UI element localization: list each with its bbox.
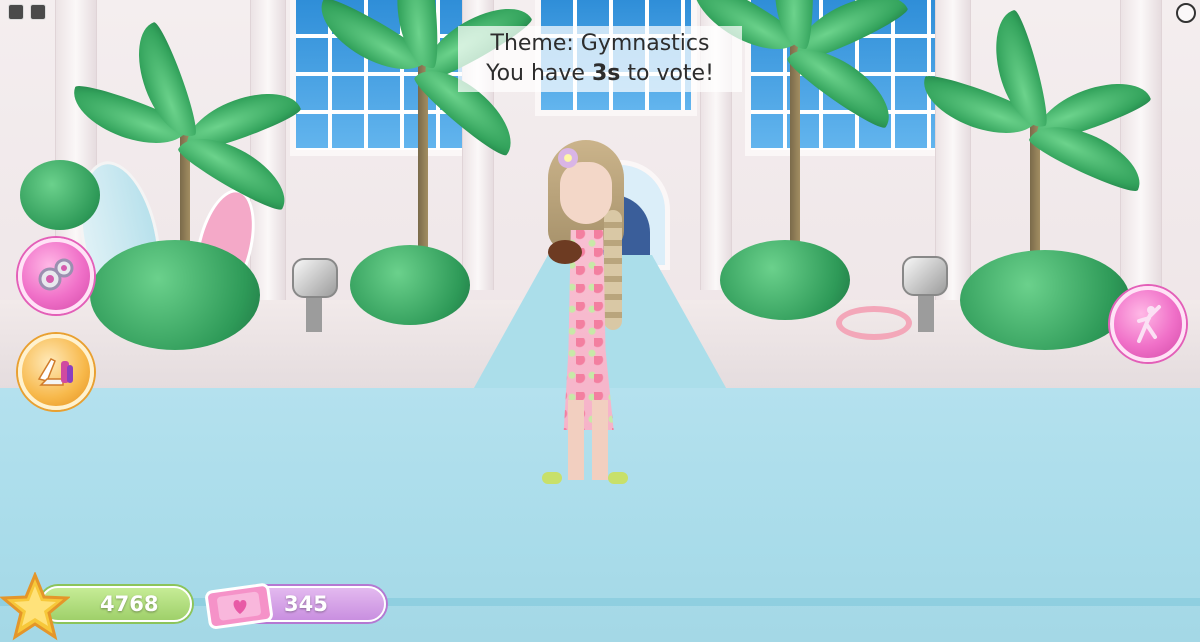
pose-dancer-icon — [1137, 305, 1161, 343]
star-icon — [0, 572, 70, 641]
vote-prefix: You have — [486, 61, 585, 86]
settings-gears-icon — [38, 258, 74, 291]
monstera-bush — [960, 250, 1130, 350]
theme-value: Gymnastics — [580, 31, 710, 56]
pillar — [1120, 0, 1162, 300]
spotlight-stand — [918, 292, 934, 332]
avatar-braid — [604, 210, 622, 330]
pillar — [250, 0, 286, 310]
avatar-face — [560, 162, 612, 224]
vote-seconds: 3s — [591, 61, 621, 86]
spotlight — [902, 256, 948, 296]
tickets-amount: 345 — [284, 592, 328, 616]
theme-vote-banner: Theme: Gymnastics You have 3s to vote! — [458, 26, 742, 92]
game-scene — [0, 0, 1200, 642]
monstera-bush — [720, 240, 850, 320]
coconut-drink — [548, 240, 582, 264]
avatar-shoe-right — [608, 472, 628, 484]
spotlight — [292, 258, 338, 298]
settings-button[interactable] — [18, 238, 94, 314]
vote-suffix: to vote! — [627, 61, 714, 86]
avatar-hair-flower — [558, 148, 578, 168]
player-avatar[interactable] — [530, 140, 640, 490]
monstera-bush — [20, 160, 100, 230]
theme-line: Theme: Gymnastics — [458, 29, 742, 59]
swim-ring — [836, 306, 912, 340]
theme-label: Theme: — [490, 31, 574, 56]
avatar-shoe-left — [542, 472, 562, 484]
more-options-icon[interactable] — [1176, 3, 1196, 23]
outfit-shoes-icon — [37, 358, 73, 386]
ticket-icon — [205, 583, 273, 630]
outfit-button[interactable] — [18, 334, 94, 410]
monstera-bush — [350, 245, 470, 325]
monstera-bush — [90, 240, 260, 350]
pose-button[interactable] — [1110, 286, 1186, 362]
avatar-legs — [568, 400, 608, 480]
stars-amount: 4768 — [100, 592, 159, 616]
roblox-menu-icon[interactable] — [8, 4, 24, 20]
spotlight-stand — [306, 292, 322, 332]
chat-icon[interactable] — [30, 4, 46, 20]
vote-timer-line: You have 3s to vote! — [458, 59, 742, 89]
